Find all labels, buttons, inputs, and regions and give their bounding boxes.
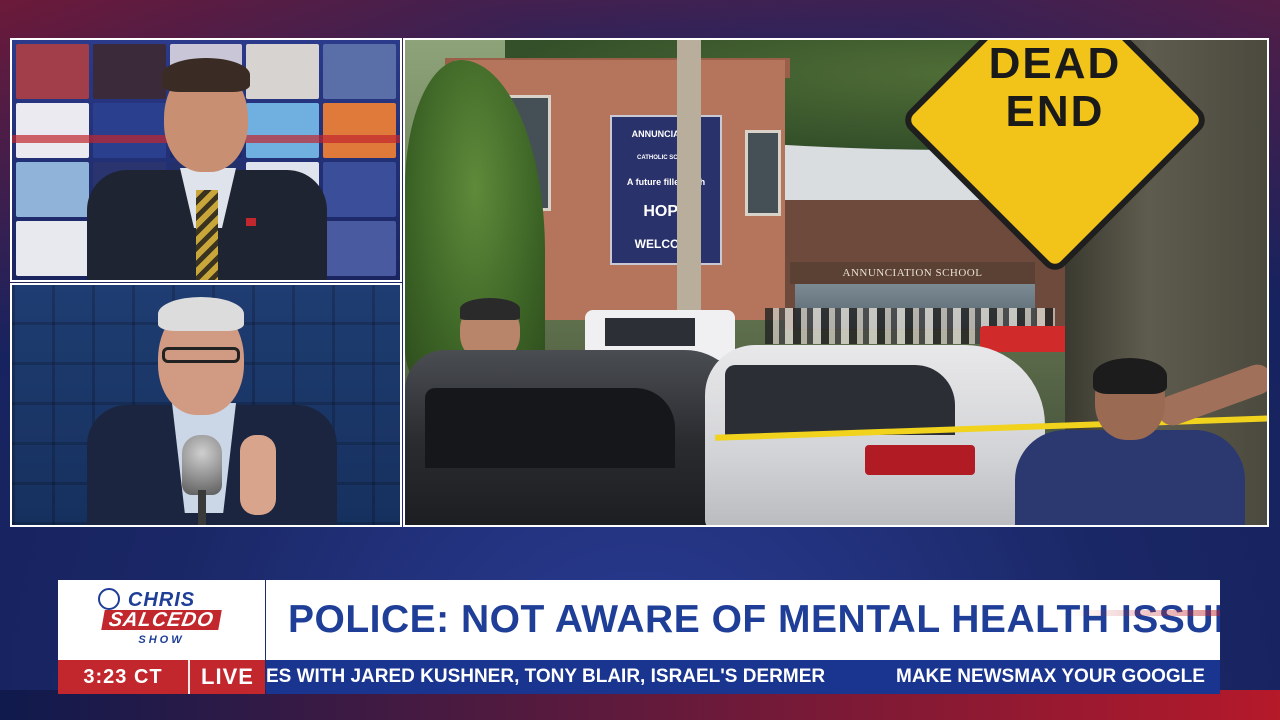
hand-icon — [240, 435, 276, 515]
dark-car-window — [425, 388, 675, 468]
logo-line1: CHRIS — [127, 589, 196, 611]
headline-text: POLICE: NOT AWARE OF MENTAL HEALTH ISSUE — [288, 598, 1220, 641]
host-video-panel — [10, 38, 402, 282]
school-board-line5: WELCOME — [634, 237, 698, 251]
bystander — [1015, 350, 1267, 525]
dead-end-line2: END — [1005, 87, 1105, 136]
logo-line3: SHOW — [138, 634, 185, 646]
bystander-arm — [1153, 360, 1267, 430]
bystander-body — [1015, 430, 1245, 525]
dead-end-sign-text: DEAD END — [960, 40, 1150, 190]
anchor-hair — [162, 58, 250, 92]
dark-car — [405, 350, 745, 525]
school-board-line3: A future filled with — [626, 177, 706, 187]
suv-taillight — [865, 445, 975, 475]
lower-third: CHRIS SALCEDO SHOW POLICE: NOT AWARE OF … — [58, 580, 1220, 694]
building-window — [745, 130, 781, 216]
live-badge: LIVE — [188, 660, 265, 694]
microphone-stand — [198, 490, 206, 525]
headline-bar: POLICE: NOT AWARE OF MENTAL HEALTH ISSUE — [266, 580, 1220, 660]
show-logo: CHRIS SALCEDO SHOW — [58, 580, 265, 660]
white-suv-window — [725, 365, 955, 435]
ticker-item: MAKE NEWSMAX YOUR GOOGLE — [896, 666, 1205, 687]
officer-hair — [460, 298, 520, 320]
logo-line2: SALCEDO — [101, 609, 222, 631]
school-sign-board: ANNUNCIATION CATHOLIC SCHOOL A future fi… — [610, 115, 722, 265]
dead-end-line1: DEAD — [988, 39, 1122, 88]
utility-pole — [677, 40, 701, 320]
microphone-icon — [182, 435, 222, 495]
news-anchor-icon — [12, 40, 400, 280]
pickup-window — [605, 318, 695, 346]
background-stripe — [0, 690, 1280, 720]
statue-of-liberty-icon — [98, 588, 120, 610]
red-vehicle — [980, 326, 1075, 352]
glasses-icon — [162, 347, 240, 363]
anchor-tie — [196, 190, 218, 280]
school-facade-sign: ANNUNCIATION SCHOOL — [790, 262, 1035, 284]
headline-accent — [1070, 610, 1220, 616]
news-ticker: ES WITH JARED KUSHNER, TONY BLAIR, ISRAE… — [266, 660, 1220, 694]
school-board-line4: HOPE — [643, 203, 689, 220]
ticker-item: ES WITH JARED KUSHNER, TONY BLAIR, ISRAE… — [266, 666, 826, 687]
guest-video-panel — [10, 283, 402, 527]
flag-pin-icon — [246, 218, 256, 226]
clock: 3:23 CT — [58, 660, 188, 694]
school-board-line2: CATHOLIC SCHOOL — [637, 155, 695, 161]
school-board-line1: ANNUNCIATION — [631, 129, 701, 139]
bystander-hair — [1093, 358, 1167, 394]
news-footage-panel: ANNUNCIATION CATHOLIC SCHOOL A future fi… — [403, 38, 1269, 527]
guest-hair — [158, 297, 244, 331]
